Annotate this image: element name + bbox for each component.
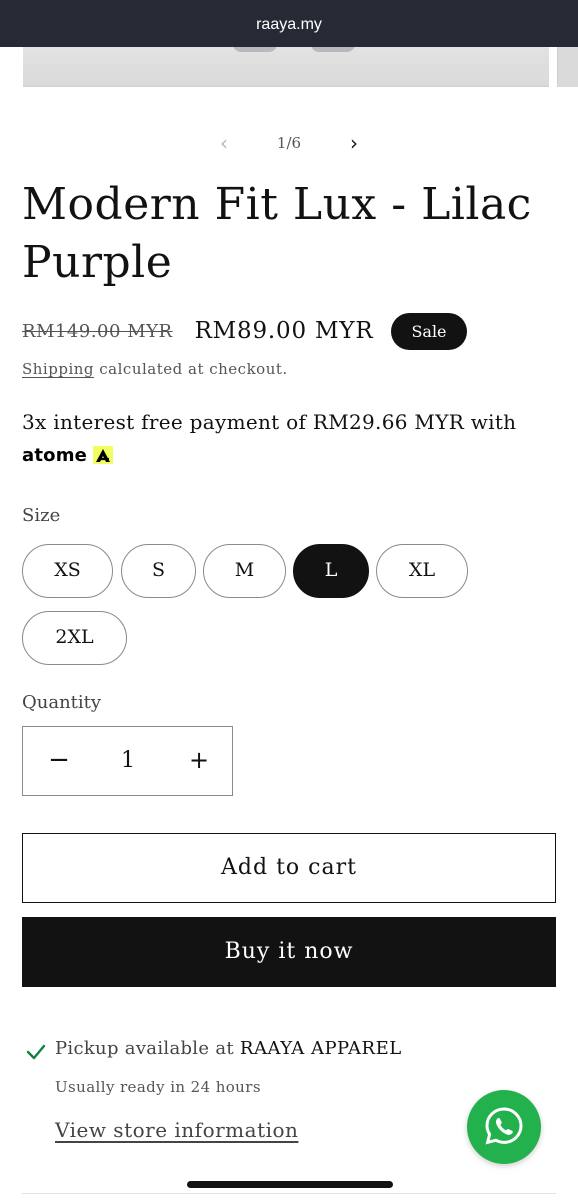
- plus-icon[interactable]: +: [173, 727, 225, 794]
- shipping-note: Shipping calculated at checkout.: [22, 360, 288, 378]
- sale-price: RM89.00 MYR: [194, 318, 374, 344]
- home-indicator: [187, 1181, 393, 1188]
- browser-url-bar[interactable]: raaya.my: [0, 0, 578, 47]
- whatsapp-icon: [485, 1107, 523, 1145]
- add-to-cart-button[interactable]: Add to cart: [22, 833, 556, 903]
- product-title: Modern Fit Lux - Lilac Purple: [22, 179, 532, 288]
- divider: [22, 1193, 556, 1194]
- size-option-2xl[interactable]: 2XL: [22, 611, 127, 665]
- view-store-information-link[interactable]: View store information: [55, 1118, 298, 1142]
- size-option-xs[interactable]: XS: [22, 544, 113, 598]
- size-option-m[interactable]: M: [203, 544, 286, 598]
- pickup-ready-note: Usually ready in 24 hours: [55, 1078, 261, 1096]
- gallery-slider-nav: ‹ 1/6 ›: [0, 127, 578, 159]
- whatsapp-chat-button[interactable]: [467, 1090, 541, 1164]
- next-product-image-peek[interactable]: [557, 40, 578, 87]
- shipping-note-text: calculated at checkout.: [99, 360, 288, 378]
- sale-badge: Sale: [391, 312, 467, 350]
- chevron-left-icon[interactable]: ‹: [212, 127, 236, 159]
- size-label: Size: [22, 505, 61, 526]
- buy-now-button[interactable]: Buy it now: [22, 917, 556, 987]
- checkmark-icon: [26, 1042, 46, 1062]
- url-text: raaya.my: [256, 16, 322, 33]
- atome-wordmark: atome: [22, 444, 88, 466]
- size-option-l[interactable]: L: [293, 544, 369, 598]
- size-option-s[interactable]: S: [121, 544, 196, 598]
- atome-logo[interactable]: atome: [22, 443, 114, 467]
- quantity-label: Quantity: [22, 692, 102, 713]
- product-image[interactable]: [23, 40, 549, 87]
- size-option-xl[interactable]: XL: [376, 544, 468, 598]
- pickup-status: Pickup available at RAAYA APPAREL: [55, 1038, 402, 1059]
- quantity-stepper: − 1 +: [22, 726, 233, 796]
- quantity-input[interactable]: 1: [95, 727, 161, 794]
- chevron-right-icon[interactable]: ›: [342, 127, 366, 159]
- installment-text: 3x interest free payment of RM29.66 MYR …: [22, 410, 517, 434]
- pickup-store-name: RAAYA APPAREL: [239, 1038, 402, 1059]
- price-row: RM149.00 MYR RM89.00 MYR Sale: [22, 312, 467, 350]
- atome-mark-icon: [93, 446, 114, 464]
- regular-price: RM149.00 MYR: [22, 320, 173, 342]
- slide-counter: 1/6: [276, 134, 302, 152]
- pickup-prefix: Pickup available at: [55, 1038, 234, 1059]
- shipping-link[interactable]: Shipping: [22, 360, 94, 378]
- minus-icon[interactable]: −: [33, 727, 85, 794]
